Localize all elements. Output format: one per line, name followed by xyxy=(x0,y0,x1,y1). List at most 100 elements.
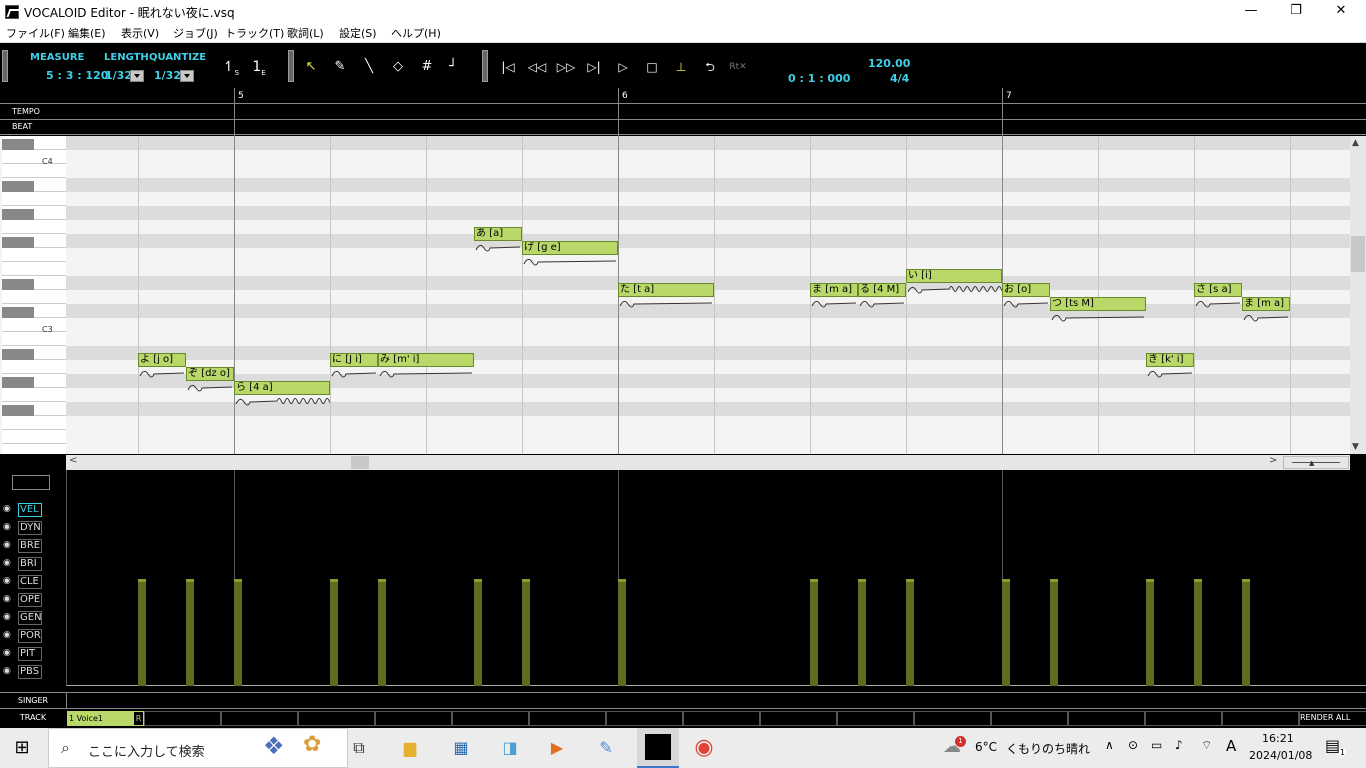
eye-icon[interactable]: ◉ xyxy=(3,540,15,550)
vibrato-curve[interactable] xyxy=(234,395,330,407)
attack-curve[interactable] xyxy=(378,367,474,379)
menu-lyrics[interactable]: 歌詞(L) xyxy=(287,25,324,41)
quantize-value[interactable]: 1/32 xyxy=(154,69,181,82)
media-player-icon[interactable]: ▶ xyxy=(543,734,571,762)
piano-roll[interactable]: C4 C3 よ [j o] ぞ [dz o] ら [4 a] に [J i] み [m'… xyxy=(0,136,1350,454)
scroll-left-icon[interactable]: < xyxy=(69,455,77,466)
note-block[interactable]: る [4 M] xyxy=(858,283,906,297)
vibrato-curve[interactable] xyxy=(906,283,1002,295)
velocity-bar[interactable] xyxy=(858,579,866,686)
velocity-bar[interactable] xyxy=(810,579,818,686)
weather-temp[interactable]: 6°C xyxy=(975,740,997,754)
attack-curve[interactable] xyxy=(474,241,522,253)
note-lane[interactable] xyxy=(66,206,1350,220)
note-block[interactable]: ま [m a] xyxy=(810,283,858,297)
tempo-track[interactable] xyxy=(66,105,1366,120)
attack-curve[interactable] xyxy=(618,297,714,309)
attack-curve[interactable] xyxy=(1194,297,1242,309)
length-dropdown-icon[interactable] xyxy=(130,70,144,82)
empty-track-slot[interactable] xyxy=(991,711,1068,726)
vertical-scrollbar[interactable]: ▲ ▼ xyxy=(1350,136,1366,454)
empty-track-slot[interactable] xyxy=(760,711,837,726)
control-track-bre[interactable]: BRE xyxy=(18,539,42,553)
control-track-dyn[interactable]: DYN xyxy=(18,521,42,535)
rewind-icon[interactable]: ◁◁ xyxy=(526,56,548,78)
note-block[interactable]: ら [4 a] xyxy=(234,381,330,395)
horizontal-scrollbar[interactable]: < > xyxy=(66,455,1350,470)
empty-track-slot[interactable] xyxy=(606,711,683,726)
attack-curve[interactable] xyxy=(330,367,378,379)
eye-icon[interactable]: ◉ xyxy=(3,558,15,568)
battery-icon[interactable]: ▭ xyxy=(1151,738,1162,752)
move-to-start-icon[interactable]: |◁ xyxy=(497,56,519,78)
curve-mode-icon[interactable]: ┘ xyxy=(442,56,464,78)
auto-scroll-icon[interactable]: ⊥ xyxy=(670,56,692,78)
control-track-gen[interactable]: GEN xyxy=(18,611,42,625)
note-lane[interactable] xyxy=(66,150,1350,164)
forward-icon[interactable]: ▷▷ xyxy=(555,56,577,78)
note-lane[interactable] xyxy=(66,164,1350,178)
menu-job[interactable]: ジョブ(J) xyxy=(173,25,218,41)
velocity-bar[interactable] xyxy=(186,579,194,686)
white-key[interactable] xyxy=(2,164,66,178)
track-tab-voice1[interactable]: 1 Voice1 xyxy=(67,711,133,726)
weather-text[interactable]: くもりのち晴れ xyxy=(1006,740,1090,757)
menu-edit[interactable]: 編集(E) xyxy=(68,25,106,41)
notepad-icon[interactable]: ◨ xyxy=(496,734,524,762)
white-key[interactable] xyxy=(2,444,66,454)
note-lane[interactable] xyxy=(66,262,1350,276)
empty-track-slot[interactable] xyxy=(1068,711,1145,726)
eraser-tool-icon[interactable]: ◇ xyxy=(387,56,409,78)
note-lane[interactable] xyxy=(66,444,1350,454)
empty-track-slot[interactable] xyxy=(375,711,452,726)
eye-icon[interactable]: ◉ xyxy=(3,576,15,586)
eye-icon[interactable]: ◉ xyxy=(3,504,15,514)
note-lane[interactable] xyxy=(66,136,1350,150)
empty-track-slot[interactable] xyxy=(529,711,606,726)
note-lane[interactable] xyxy=(66,234,1350,248)
clock-time[interactable]: 16:21 xyxy=(1262,732,1294,745)
paint-icon[interactable]: ✎ xyxy=(592,734,620,762)
zoom-slider[interactable]: ▲ xyxy=(1283,456,1349,469)
white-key[interactable] xyxy=(2,332,66,346)
tray-chevron-icon[interactable]: ∧ xyxy=(1105,738,1114,752)
quantize-dropdown-icon[interactable] xyxy=(180,70,194,82)
velocity-bar[interactable] xyxy=(330,579,338,686)
beat-track[interactable] xyxy=(66,120,1366,135)
control-track-por[interactable]: POR xyxy=(18,629,42,643)
toolbar-grip[interactable] xyxy=(482,50,488,82)
note-lane[interactable] xyxy=(66,248,1350,262)
velocity-bar[interactable] xyxy=(1242,579,1250,686)
empty-track-slot[interactable] xyxy=(1222,711,1299,726)
control-track-pit[interactable]: PIT xyxy=(18,647,42,661)
velocity-graph[interactable] xyxy=(66,470,1366,686)
velocity-bar[interactable] xyxy=(1146,579,1154,686)
render-all-button[interactable]: RENDER ALL xyxy=(1300,713,1350,722)
speaker-icon[interactable]: ♪ xyxy=(1175,738,1183,752)
measure-ruler[interactable] xyxy=(0,88,1366,104)
note-block[interactable]: に [J i] xyxy=(330,353,378,367)
empty-track-slot[interactable] xyxy=(1145,711,1222,726)
note-block[interactable]: き [k' i] xyxy=(1146,353,1194,367)
length-value[interactable]: 1/32 xyxy=(105,69,132,82)
white-key[interactable] xyxy=(2,248,66,262)
scroll-right-icon[interactable]: > xyxy=(1269,455,1277,466)
render-toggle-button[interactable]: R xyxy=(133,711,144,726)
control-track-cle[interactable]: CLE xyxy=(18,575,42,589)
empty-track-slot[interactable] xyxy=(221,711,298,726)
white-key[interactable] xyxy=(2,318,66,332)
velocity-bar[interactable] xyxy=(234,579,242,686)
velocity-bar[interactable] xyxy=(1050,579,1058,686)
empty-track-slot[interactable] xyxy=(298,711,375,726)
menu-help[interactable]: ヘルプ(H) xyxy=(391,25,441,41)
note-lane[interactable] xyxy=(66,192,1350,206)
singer-row[interactable]: SINGER xyxy=(0,692,1366,709)
note-block[interactable]: つ [ts M] xyxy=(1050,297,1146,311)
note-block[interactable]: ぞ [dz o] xyxy=(186,367,234,381)
note-block[interactable]: み [m' i] xyxy=(378,353,474,367)
white-key[interactable] xyxy=(2,220,66,234)
file-explorer-icon[interactable]: ▆ xyxy=(396,734,424,762)
toolbar-grip[interactable] xyxy=(288,50,294,82)
note-block[interactable]: よ [j o] xyxy=(138,353,186,367)
eye-icon[interactable]: ◉ xyxy=(3,666,15,676)
